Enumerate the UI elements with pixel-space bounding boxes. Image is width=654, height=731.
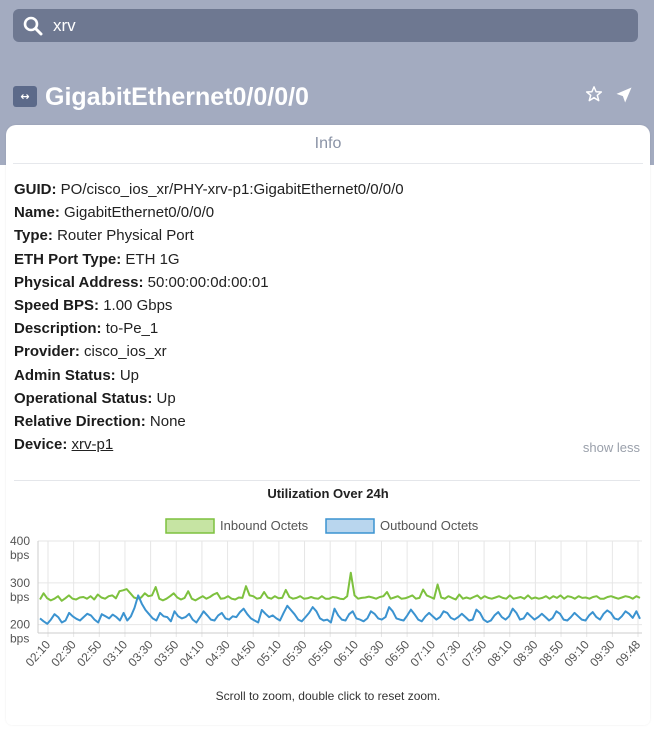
detail-relative-direction: Relative Direction: None [14,410,644,433]
detail-value: Up [156,389,176,407]
detail-label: Operational Status: [14,389,153,407]
detail-eth-port-type: ETH Port Type: ETH 1G [14,248,644,271]
y-tick-label: 400 [10,534,30,548]
port-icon: ↔ [13,86,37,107]
detail-label: Description: [14,320,102,338]
info-panel: Info GUID: PO/cisco_ios_xr/PHY-xrv-p1:Gi… [6,125,650,725]
utilization-chart[interactable]: Inbound Octets Outbound Octets200bps300bp… [6,505,650,687]
x-tick-label: 08:50 [536,637,567,669]
detail-label: GUID: [14,181,57,198]
detail-label: Name: [14,204,60,222]
x-tick-label: 09:10 [561,637,592,669]
x-tick-label: 09:30 [587,637,618,669]
divider [14,480,640,481]
detail-label: Device: [14,436,68,454]
legend-swatch-inbound [165,518,215,534]
navigate-icon[interactable] [615,86,633,104]
x-tick-label: 03:30 [125,637,156,669]
chart-hint: Scroll to zoom, double click to reset zo… [215,689,441,703]
detail-type: Type: Router Physical Port [14,224,644,247]
detail-label: Provider: [14,343,80,361]
detail-value: to-Pe_1 [105,320,159,338]
page-title: GigabitEthernet0/0/0/0 [45,83,309,111]
detail-provider: Provider: cisco_ios_xr [14,340,644,363]
detail-value: Up [119,366,140,384]
series-inbound-line [39,571,641,602]
x-tick-label: 07:30 [433,637,464,669]
x-tick-label: 05:30 [279,637,310,669]
device-link[interactable]: xrv-p1 [72,436,114,453]
detail-device: Device: xrv-p1 [14,433,644,456]
tab-info[interactable]: Info [13,125,643,163]
detail-value: None [149,413,186,431]
x-tick-label: 06:50 [382,637,413,669]
detail-value: 50:00:00:0d:00:01 [147,273,269,291]
x-tick-label: 08:10 [484,637,515,669]
star-icon[interactable] [585,85,603,103]
x-tick-label: 09:48 [613,637,644,669]
detail-value: PO/cisco_ios_xr/PHY-xrv-p1:GigabitEthern… [60,181,404,198]
y-tick-label: 300 [10,576,30,590]
detail-name: Name: GigabitEthernet0/0/0/0 [14,201,644,224]
search-input[interactable] [53,13,613,38]
x-tick-label: 02:30 [48,637,79,669]
x-tick-label: 07:10 [408,637,439,669]
chart-title: Utilization Over 24h [267,486,389,501]
search-bar[interactable] [13,9,638,42]
legend-label-outbound: Outbound Octets [380,518,479,533]
x-tick-label: 06:30 [356,637,387,669]
detail-admin-status: Admin Status: Up [14,364,644,387]
detail-value: 1.00 Gbps [103,297,173,315]
detail-value: cisco_ios_xr [84,343,167,361]
title-bar: ↔ GigabitEthernet0/0/0/0 [13,82,638,112]
x-tick-label: 04:50 [228,637,259,669]
detail-value: ETH 1G [125,250,180,268]
y-tick-unit: bps [10,632,29,646]
x-tick-label: 08:30 [510,637,541,669]
detail-label: Type: [14,227,53,245]
x-tick-label: 05:10 [254,637,285,669]
x-tick-label: 06:10 [331,637,362,669]
x-tick-label: 03:50 [151,637,182,669]
detail-speed-bps: Speed BPS: 1.00 Gbps [14,294,644,317]
x-tick-label: 07:50 [459,637,490,669]
detail-value: GigabitEthernet0/0/0/0 [64,204,215,222]
detail-label: Admin Status: [14,366,116,384]
detail-description: Description: to-Pe_1 [14,317,644,340]
y-tick-unit: bps [10,548,29,562]
x-tick-label: 05:50 [305,637,336,669]
detail-value: Router Physical Port [57,227,194,245]
detail-physical-address: Physical Address: 50:00:00:0d:00:01 [14,271,644,294]
y-tick-label: 200 [10,618,30,632]
detail-label: Physical Address: [14,273,144,291]
legend-swatch-outbound [325,518,375,534]
x-tick-label: 02:50 [74,637,105,669]
detail-operational-status: Operational Status: Up [14,387,644,410]
search-icon[interactable] [23,16,43,36]
show-less-link[interactable]: show less [583,440,640,455]
x-tick-label: 04:30 [202,637,233,669]
detail-label: ETH Port Type: [14,250,122,268]
y-tick-unit: bps [10,590,29,604]
legend-label-inbound: Inbound Octets [220,518,309,533]
x-tick-label: 04:10 [177,637,208,669]
detail-label: Speed BPS: [14,297,100,315]
detail-label: Relative Direction: [14,413,146,431]
tab-bar: Info [13,125,643,164]
details-list: GUID: PO/cisco_ios_xr/PHY-xrv-p1:Gigabit… [14,178,644,456]
detail-guid: GUID: PO/cisco_ios_xr/PHY-xrv-p1:Gigabit… [14,178,644,201]
x-tick-label: 03:10 [100,637,131,669]
